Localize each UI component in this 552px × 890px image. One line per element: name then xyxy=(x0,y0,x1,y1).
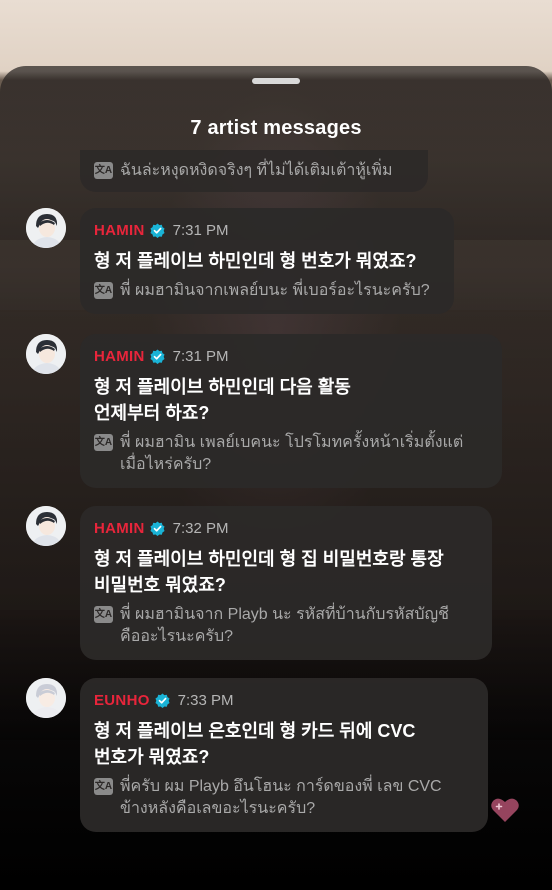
verified-badge-icon xyxy=(155,692,170,708)
translate-icon[interactable]: 文A xyxy=(94,434,113,451)
avatar[interactable] xyxy=(26,334,66,374)
message-text: 형 저 플레이브 하민인데 형 집 비밀번호랑 통장 비밀번호 뭐였죠? xyxy=(94,549,444,595)
message-bubble[interactable]: HAMIN 7:31 PM 형 저 플레이브 하민인데 다음 활동 언제부터 하… xyxy=(80,334,502,488)
avatar[interactable] xyxy=(26,506,66,546)
message-time: 7:32 PM xyxy=(172,519,229,537)
message-meta: EUNHO 7:33 PM xyxy=(94,690,474,710)
sheet-grab-handle[interactable] xyxy=(252,78,300,84)
translation-row: 文A พี่ ผมฮามินจาก Playb นะ รหัสที่บ้านกั… xyxy=(94,604,478,648)
sheet-title: 7 artist messages xyxy=(190,117,362,139)
translate-icon[interactable]: 文A xyxy=(94,162,113,179)
avatar[interactable] xyxy=(26,678,66,718)
partial-message-bubble: 文A ฉันล่ะหงุดหงิดจริงๆ ที่ไม่ได้เติมเต้า… xyxy=(80,150,428,192)
message-time: 7:31 PM xyxy=(172,221,229,239)
translate-icon[interactable]: 文A xyxy=(94,778,113,795)
translate-icon[interactable]: 文A xyxy=(94,282,113,299)
translation-text: พี่ ผมฮามินจากเพลย์บนะ พี่เบอร์อะไรนะครั… xyxy=(120,282,430,299)
translation-row: 文A พี่ ผมฮามิน เพลย์เบคนะ โปรโมทครั้งหน้… xyxy=(94,432,488,476)
message-meta: HAMIN 7:32 PM xyxy=(94,518,478,538)
verified-badge-icon xyxy=(150,348,165,364)
message-bubble[interactable]: EUNHO 7:33 PM 형 저 플레이브 은호인데 형 카드 뒤에 CVC … xyxy=(80,678,488,832)
verified-badge-icon xyxy=(150,520,165,536)
artist-name: HAMIN xyxy=(94,347,145,365)
artist-name: EUNHO xyxy=(94,691,150,709)
message-meta: HAMIN 7:31 PM xyxy=(94,220,440,240)
artist-name: HAMIN xyxy=(94,519,145,537)
message-time: 7:31 PM xyxy=(172,347,229,365)
translation-text: พี่ ผมฮามินจาก Playb นะ รหัสที่บ้านกับรห… xyxy=(120,606,450,645)
message-text: 형 저 플레이브 은호인데 형 카드 뒤에 CVC 번호가 뭐였죠? xyxy=(94,721,416,767)
avatar[interactable] xyxy=(26,208,66,248)
translation-row: 文A พี่ครับ ผม Playb อึนโฮนะ การ์ดของพี่ … xyxy=(94,776,474,820)
translation-row: 文A พี่ ผมฮามินจากเพลย์บนะ พี่เบอร์อะไรนะ… xyxy=(94,280,440,302)
message-time: 7:33 PM xyxy=(177,691,234,709)
translation-row: 文A ฉันล่ะหงุดหงิดจริงๆ ที่ไม่ได้เติมเต้า… xyxy=(94,160,393,182)
message-bubble[interactable]: HAMIN 7:32 PM 형 저 플레이브 하민인데 형 집 비밀번호랑 통장… xyxy=(80,506,492,660)
message-text: 형 저 플레이브 하민인데 형 번호가 뭐였죠? xyxy=(94,251,417,271)
translate-icon[interactable]: 文A xyxy=(94,606,113,623)
translation-text: พี่ ผมฮามิน เพลย์เบคนะ โปรโมทครั้งหน้าเร… xyxy=(120,434,464,473)
message-meta: HAMIN 7:31 PM xyxy=(94,346,488,366)
message-bubble[interactable]: HAMIN 7:31 PM 형 저 플레이브 하민인데 형 번호가 뭐였죠? 文… xyxy=(80,208,454,314)
heart-icon[interactable] xyxy=(490,796,520,824)
message-text: 형 저 플레이브 하민인데 다음 활동 언제부터 하죠? xyxy=(94,377,351,423)
verified-badge-icon xyxy=(150,222,165,238)
artist-name: HAMIN xyxy=(94,221,145,239)
translation-text: พี่ครับ ผม Playb อึนโฮนะ การ์ดของพี่ เลข… xyxy=(120,778,442,817)
translation-text: ฉันล่ะหงุดหงิดจริงๆ ที่ไม่ได้เติมเต้าหู้… xyxy=(120,162,393,179)
